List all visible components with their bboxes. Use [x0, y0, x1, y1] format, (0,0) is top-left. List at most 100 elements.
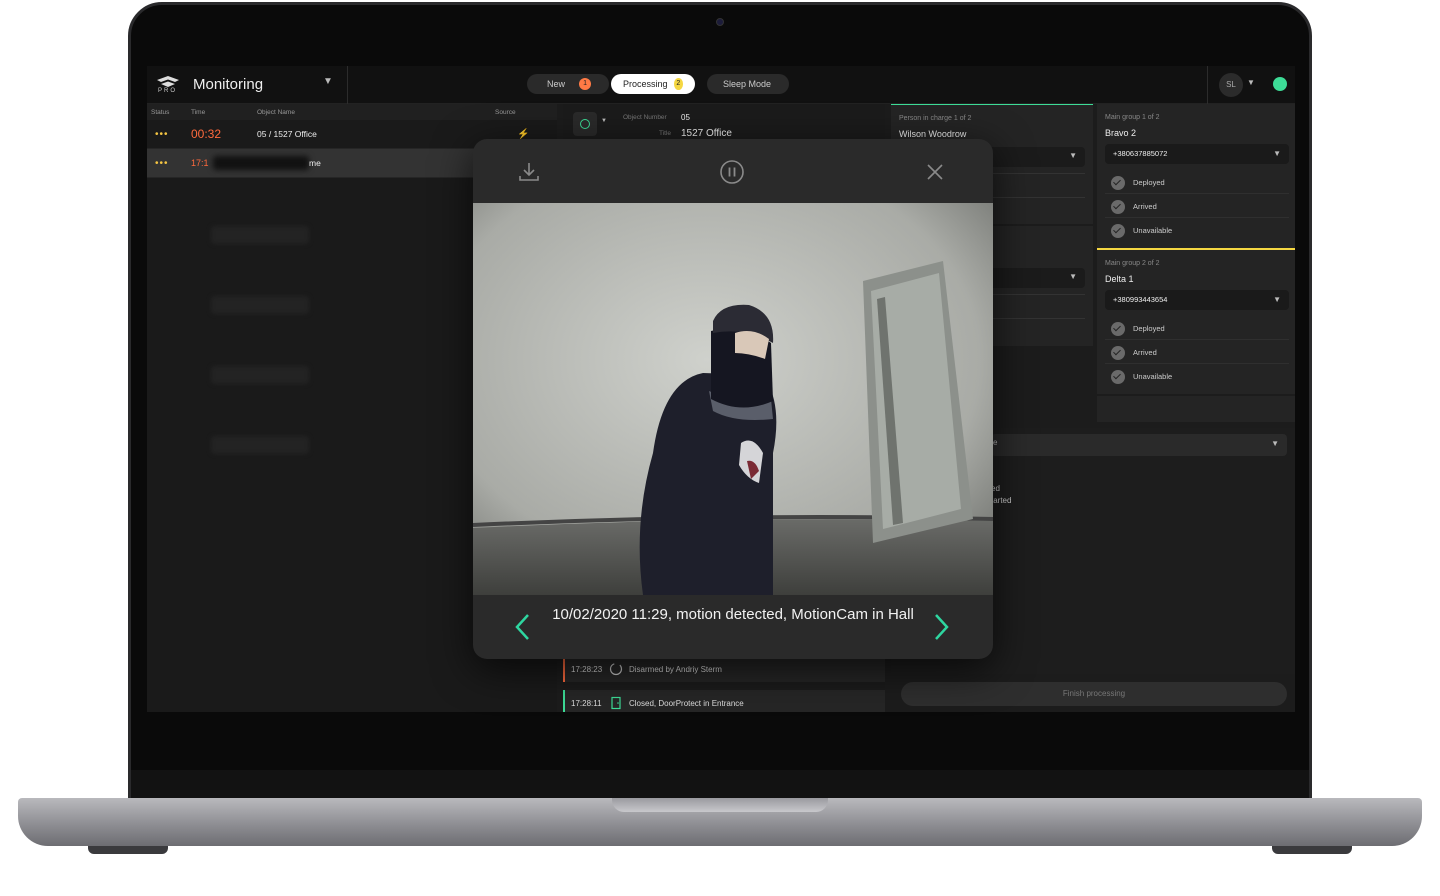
event-row[interactable]: 17:28:23 Disarmed by Andriy Sterm	[563, 656, 885, 682]
partial-text: tarted	[991, 496, 1012, 505]
close-icon[interactable]	[922, 159, 948, 185]
column-object-name: Object Name	[257, 108, 295, 116]
status-dots: •••	[155, 128, 169, 140]
main-group-card: Main group 2 of 2 Delta 1 +380993443654 ▼…	[1097, 250, 1295, 394]
column-source: Source	[495, 108, 516, 116]
event-color-bar	[563, 690, 565, 712]
tab-processing-label: Processing	[623, 79, 668, 89]
tab-processing[interactable]: Processing 2	[611, 74, 695, 94]
tab-new[interactable]: New 1	[527, 74, 609, 94]
group-name: Bravo 2	[1105, 128, 1137, 138]
divider	[1207, 66, 1208, 104]
alarm-time: 00:32	[191, 127, 222, 141]
check-icon	[1111, 176, 1125, 190]
event-time: 17:28:11	[571, 698, 602, 708]
status-deployed[interactable]: Deployed	[1105, 318, 1289, 340]
group-label: Main group 2 of 2	[1105, 260, 1160, 267]
pause-icon[interactable]	[719, 159, 745, 185]
chevron-down-icon[interactable]: ▼	[1247, 78, 1255, 87]
check-icon	[1111, 370, 1125, 384]
app-title: Monitoring	[193, 76, 264, 93]
object-number: 05	[681, 113, 690, 122]
status-unavailable[interactable]: Unavailable	[1105, 366, 1289, 388]
chevron-down-icon: ▼	[1069, 272, 1077, 281]
status-arrived[interactable]: Arrived	[1105, 342, 1289, 364]
group-phone: +380993443654	[1113, 295, 1168, 304]
tab-sleep-mode-label: Sleep Mode	[723, 79, 772, 89]
group-phone-select[interactable]: +380993443654 ▼	[1105, 290, 1289, 310]
door-icon	[611, 696, 621, 710]
object-title: 1527 Office	[681, 128, 732, 139]
status-label: Unavailable	[1133, 372, 1173, 381]
blurred-placeholder	[211, 296, 309, 314]
event-text: Closed, DoorProtect in Entrance	[629, 698, 744, 708]
status-label: Deployed	[1133, 178, 1165, 187]
status-unavailable[interactable]: Unavailable	[1105, 220, 1289, 242]
status-arrived[interactable]: Arrived	[1105, 196, 1289, 218]
group-phone: +380637885072	[1113, 149, 1168, 158]
status-label: Arrived	[1133, 202, 1157, 211]
object-number-label: Object Number	[623, 114, 667, 121]
camera-snapshot	[473, 203, 993, 595]
status-label: Deployed	[1133, 324, 1165, 333]
blurred-placeholder	[211, 366, 309, 384]
check-icon	[1111, 346, 1125, 360]
chevron-down-icon: ▼	[1271, 439, 1279, 448]
person-in-charge-name: Wilson Woodrow	[899, 129, 967, 139]
status-deployed[interactable]: Deployed	[1105, 172, 1289, 194]
group-label: Main group 1 of 2	[1105, 114, 1160, 121]
tab-sleep-mode[interactable]: Sleep Mode	[707, 74, 789, 94]
connection-status-indicator	[1273, 77, 1287, 91]
tab-processing-badge: 2	[673, 78, 683, 90]
top-bar: PRO Monitoring ▼ New 1 Processing 2 Slee…	[147, 66, 1295, 104]
check-icon	[1111, 224, 1125, 238]
chevron-down-icon[interactable]: ▼	[601, 118, 607, 124]
group-name: Delta 1	[1105, 274, 1134, 284]
event-color-bar	[563, 656, 565, 682]
status-dots: •••	[155, 157, 169, 169]
event-time: 17:28:23	[571, 664, 603, 674]
alarm-time: 17:1	[191, 158, 209, 168]
laptop-foot-left	[88, 846, 168, 854]
photo-caption: 10/02/2020 11:29, motion detected, Motio…	[552, 606, 914, 623]
chevron-down-icon[interactable]: ▼	[323, 76, 333, 87]
ajax-logo-icon	[157, 76, 179, 87]
chevron-down-icon: ▼	[1273, 149, 1281, 158]
object-title-label: Title	[659, 130, 672, 137]
chevron-down-icon: ▼	[1069, 151, 1077, 160]
disarm-icon	[609, 662, 623, 676]
partial-text: e	[993, 438, 998, 447]
previous-arrow-icon[interactable]	[511, 611, 535, 643]
object-name: me	[309, 158, 321, 168]
group-phone-select[interactable]: +380637885072 ▼	[1105, 144, 1289, 164]
list-header: Status Time Object Name Source	[147, 104, 557, 120]
object-status-button[interactable]	[573, 112, 597, 136]
chevron-down-icon: ▼	[1273, 295, 1281, 304]
divider	[347, 66, 348, 104]
object-name: 05 / 1527 Office	[257, 129, 317, 139]
blurred-placeholder	[211, 436, 309, 454]
next-arrow-icon[interactable]	[929, 611, 953, 643]
main-group-card: Main group 1 of 2 Bravo 2 +380637885072 ▼…	[1097, 104, 1295, 248]
motioncam-photo	[473, 203, 993, 595]
photo-viewer-modal: 10/02/2020 11:29, motion detected, Motio…	[473, 139, 993, 659]
group-footer	[1097, 396, 1295, 422]
processing-select[interactable]: ▼	[991, 434, 1287, 456]
blurred-placeholder	[211, 226, 309, 244]
logo-pro-label: PRO	[158, 88, 178, 94]
laptop-opening-notch	[612, 798, 828, 812]
user-avatar[interactable]: SL	[1219, 73, 1243, 97]
tab-new-badge: 1	[579, 78, 592, 90]
column-status: Status	[151, 108, 170, 116]
event-row[interactable]: 17:28:11 Closed, DoorProtect in Entrance	[563, 690, 885, 712]
status-label: Arrived	[1133, 348, 1157, 357]
check-icon	[1111, 322, 1125, 336]
download-icon[interactable]	[516, 159, 542, 185]
screen-bottom-bezel	[131, 770, 1309, 800]
finish-processing-button[interactable]: Finish processing	[901, 682, 1287, 706]
webcam	[716, 18, 724, 26]
event-text: Disarmed by Andriy Sterm	[629, 664, 722, 674]
tab-new-label: New	[547, 79, 566, 89]
motion-source-icon: ⚡	[517, 128, 530, 140]
person-in-charge-label: Person in charge 1 of 2	[899, 115, 972, 122]
